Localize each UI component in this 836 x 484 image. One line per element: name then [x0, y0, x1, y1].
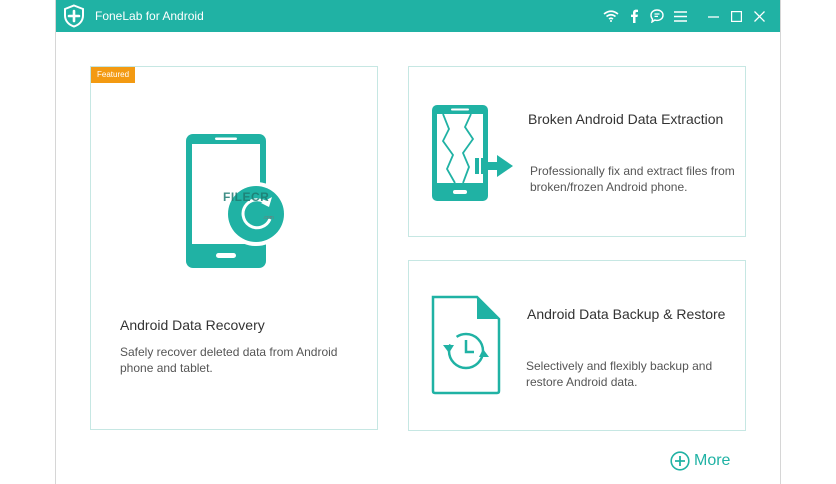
app-logo-icon	[64, 4, 84, 28]
facebook-icon[interactable]	[623, 0, 645, 32]
backup-restore-file-icon	[431, 295, 501, 395]
title-bar-controls	[599, 0, 770, 32]
more-label: More	[694, 452, 731, 469]
card-title: Android Data Recovery	[120, 317, 265, 333]
card-title: Android Data Backup & Restore	[527, 306, 726, 322]
android-data-backup-restore-card[interactable]: Android Data Backup & Restore Selectivel…	[408, 260, 746, 431]
card-title: Broken Android Data Extraction	[528, 111, 724, 127]
minimize-icon[interactable]	[702, 0, 724, 32]
broken-phone-icon	[432, 105, 513, 201]
watermark-text: FILECR	[223, 190, 270, 204]
maximize-icon[interactable]	[725, 0, 747, 32]
card-description: Professionally fix and extract files fro…	[530, 164, 735, 194]
app-window: FoneLab for Android Featured FILECR .com…	[55, 0, 781, 484]
watermark-subtext: .com	[263, 215, 274, 221]
card-description: Selectively and flexibly backup and rest…	[526, 359, 713, 389]
menu-icon[interactable]	[669, 0, 691, 32]
plus-circle-icon	[670, 451, 690, 471]
broken-android-data-extraction-card[interactable]: Broken Android Data Extraction Professio…	[408, 66, 746, 237]
app-title: FoneLab for Android	[95, 9, 204, 23]
wifi-icon[interactable]	[600, 0, 622, 32]
chat-icon[interactable]	[646, 0, 668, 32]
close-icon[interactable]	[748, 0, 770, 32]
title-bar: FoneLab for Android	[56, 0, 780, 32]
card-description: Safely recover deleted data from Android…	[120, 345, 338, 375]
android-data-recovery-card[interactable]: Featured FILECR .com Android Data Recove…	[90, 66, 378, 430]
featured-badge: Featured	[91, 67, 136, 83]
more-button[interactable]: More	[670, 450, 730, 472]
